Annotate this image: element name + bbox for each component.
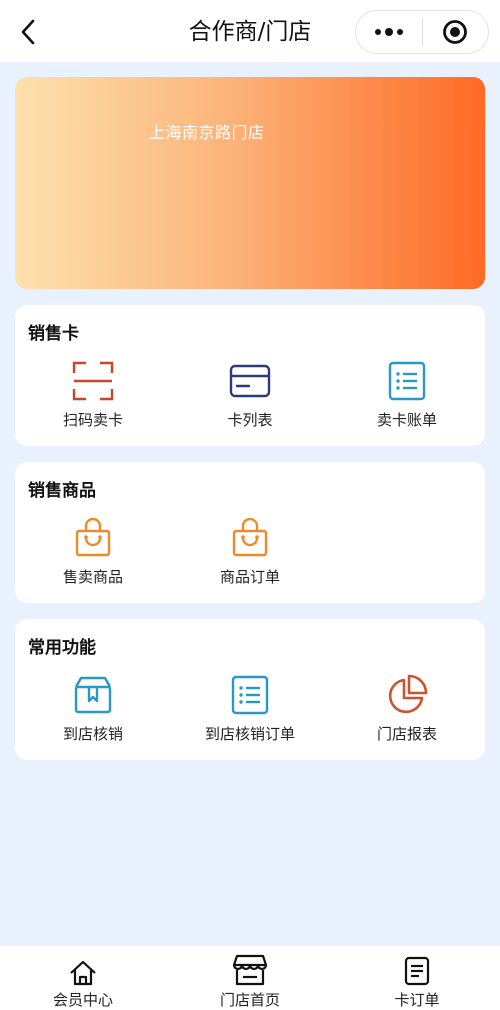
- target-circle-icon: [443, 20, 468, 44]
- section-title: 常用功能: [28, 638, 96, 658]
- item-label: 到店核销: [62, 725, 123, 743]
- shopping-bag-icon: [75, 518, 111, 557]
- shopping-bag-icon: [232, 518, 268, 557]
- box-bookmark-icon: [74, 676, 112, 714]
- item-label: 扫码卖卡: [62, 411, 123, 429]
- store-report-button[interactable]: 门店报表: [329, 673, 485, 753]
- tab-label: 会员中心: [52, 991, 113, 1009]
- store-banner: 上海南京路门店: [15, 77, 485, 289]
- tab-card-orders[interactable]: 卡订单: [334, 952, 500, 1010]
- pie-chart-icon: [388, 674, 428, 714]
- more-button[interactable]: [356, 11, 422, 53]
- scan-icon: [72, 361, 114, 401]
- section-common-functions: 常用功能 到店核销 到店核销订单 门店报表: [15, 619, 485, 760]
- item-label: 门店报表: [376, 725, 437, 743]
- tab-label: 卡订单: [394, 991, 440, 1009]
- more-dots-icon: [374, 28, 403, 36]
- tab-store-home[interactable]: 门店首页: [167, 952, 333, 1010]
- store-verify-order-button[interactable]: 到店核销订单: [172, 673, 328, 753]
- store-verify-button[interactable]: 到店核销: [15, 673, 171, 753]
- list-doc-icon: [231, 675, 269, 715]
- mini-program-capsule: [355, 10, 489, 54]
- document-icon: [404, 956, 430, 986]
- section-title: 销售卡: [28, 324, 79, 344]
- scan-sell-card-button[interactable]: 扫码卖卡: [15, 359, 171, 439]
- tab-label: 门店首页: [219, 991, 280, 1009]
- store-name: 上海南京路门店: [149, 123, 265, 142]
- item-label: 卖卡账单: [376, 411, 437, 429]
- bottom-tab-bar: 会员中心 门店首页 卡订单: [0, 946, 500, 1010]
- tab-member-center[interactable]: 会员中心: [0, 952, 166, 1010]
- goods-order-button[interactable]: 商品订单: [172, 516, 328, 596]
- store-icon: [232, 954, 268, 986]
- section-sell-card: 销售卡 扫码卖卡 卡列表 卖卡账单: [15, 305, 485, 446]
- item-label: 商品订单: [219, 568, 280, 586]
- close-button[interactable]: [423, 11, 489, 53]
- card-bill-button[interactable]: 卖卡账单: [329, 359, 485, 439]
- section-sell-goods: 销售商品 售卖商品 商品订单: [15, 462, 485, 603]
- card-list-button[interactable]: 卡列表: [172, 359, 328, 439]
- sell-goods-button[interactable]: 售卖商品: [15, 516, 171, 596]
- card-icon: [229, 364, 271, 398]
- item-label: 卡列表: [227, 411, 273, 429]
- home-icon: [70, 960, 96, 986]
- navigation-bar: 合作商/门店: [0, 0, 500, 62]
- item-label: 售卖商品: [62, 568, 123, 586]
- list-doc-icon: [388, 361, 426, 401]
- item-label: 到店核销订单: [204, 725, 295, 743]
- section-title: 销售商品: [28, 481, 96, 501]
